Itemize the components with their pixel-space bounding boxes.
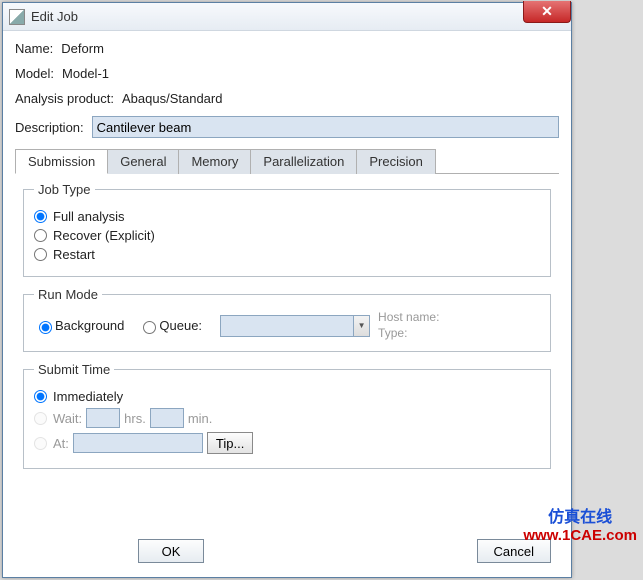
chevron-down-icon: ▼ — [353, 316, 369, 336]
model-label: Model: — [15, 66, 54, 81]
name-value: Deform — [61, 41, 104, 56]
radio-wait-label: Wait: — [53, 411, 82, 426]
model-row: Model: Model-1 — [15, 66, 559, 81]
footer: OK Cancel — [15, 535, 559, 571]
runmode-legend: Run Mode — [34, 287, 102, 302]
tabpage-submission: Job Type Full analysis Recover (Explicit… — [15, 174, 559, 535]
description-label: Description: — [15, 120, 84, 135]
radio-at — [34, 437, 47, 450]
radio-recover-label: Recover (Explicit) — [53, 228, 155, 243]
ok-button[interactable]: OK — [138, 539, 204, 563]
watermark-cn: 仿真在线 — [523, 508, 637, 527]
watermark-right: 仿真在线 www.1CAE.com — [523, 508, 637, 545]
radio-background-wrap: Background — [34, 318, 124, 334]
tip-button[interactable]: Tip... — [207, 432, 253, 454]
queue-select[interactable]: ▼ — [220, 315, 370, 337]
jobtype-legend: Job Type — [34, 182, 95, 197]
tab-precision[interactable]: Precision — [357, 149, 435, 174]
at-time-input — [73, 433, 203, 453]
description-input[interactable] — [92, 116, 559, 138]
radio-full-analysis-label: Full analysis — [53, 209, 125, 224]
radio-at-label: At: — [53, 436, 69, 451]
product-value: Abaqus/Standard — [122, 91, 222, 106]
submittime-group: Submit Time Immediately Wait: hrs. min. … — [23, 362, 551, 469]
description-row: Description: — [15, 116, 559, 138]
tab-memory[interactable]: Memory — [179, 149, 251, 174]
type-label: Type: — [378, 326, 439, 342]
radio-wait — [34, 412, 47, 425]
radio-restart[interactable] — [34, 248, 47, 261]
runmode-group: Run Mode Background Queue: ▼ — [23, 287, 551, 352]
submittime-legend: Submit Time — [34, 362, 114, 377]
radio-background-label: Background — [55, 318, 124, 333]
titlebar: Edit Job ✕ — [3, 3, 571, 31]
radio-queue-wrap: Queue: — [138, 318, 202, 334]
watermark-url: www.1CAE.com — [523, 527, 637, 545]
close-button[interactable]: ✕ — [523, 1, 571, 23]
product-row: Analysis product: Abaqus/Standard — [15, 91, 559, 106]
jobtype-group: Job Type Full analysis Recover (Explicit… — [23, 182, 551, 277]
window-body: Name: Deform Model: Model-1 Analysis pro… — [3, 31, 571, 577]
radio-queue[interactable] — [143, 321, 156, 334]
app-icon — [9, 9, 25, 25]
radio-queue-label: Queue: — [159, 318, 202, 333]
edit-job-window: Edit Job ✕ Name: Deform Model: Model-1 A… — [2, 2, 572, 578]
model-value: Model-1 — [62, 66, 109, 81]
tab-general[interactable]: General — [108, 149, 179, 174]
radio-immediately-label: Immediately — [53, 389, 123, 404]
window-title: Edit Job — [31, 9, 78, 24]
product-label: Analysis product: — [15, 91, 114, 106]
name-label: Name: — [15, 41, 53, 56]
radio-restart-label: Restart — [53, 247, 95, 262]
runmode-info: Host name: Type: — [378, 310, 439, 341]
radio-immediately[interactable] — [34, 390, 47, 403]
name-row: Name: Deform — [15, 41, 559, 56]
wait-min-input — [150, 408, 184, 428]
radio-full-analysis[interactable] — [34, 210, 47, 223]
tab-submission[interactable]: Submission — [15, 149, 108, 174]
hostname-label: Host name: — [378, 310, 439, 326]
tabstrip: Submission General Memory Parallelizatio… — [15, 148, 559, 174]
radio-recover[interactable] — [34, 229, 47, 242]
wait-hours-input — [86, 408, 120, 428]
radio-background[interactable] — [39, 321, 52, 334]
tab-parallelization[interactable]: Parallelization — [251, 149, 357, 174]
min-label: min. — [188, 411, 213, 426]
hrs-label: hrs. — [124, 411, 146, 426]
close-icon: ✕ — [541, 3, 553, 20]
